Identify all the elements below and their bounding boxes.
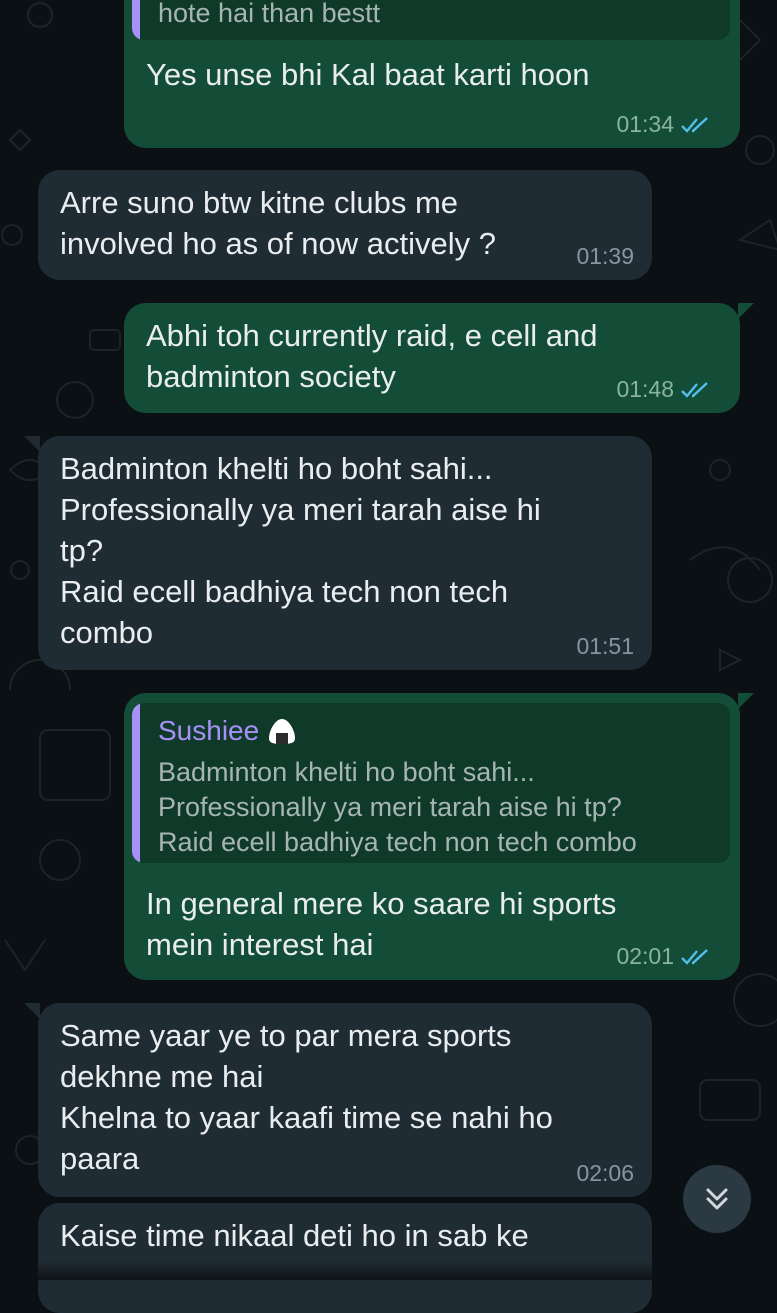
message-bubble-outgoing[interactable]: hote hai than bestt Yes unse bhi Kal baa… — [124, 0, 740, 148]
quoted-message[interactable]: Sushiee Badminton khelti ho boht sahi...… — [132, 703, 730, 863]
message-meta: 01:39 — [576, 243, 634, 270]
message-text: Badminton khelti ho boht sahi... Profess… — [60, 451, 541, 650]
double-check-icon — [681, 381, 708, 398]
message-text: In general mere ko saare hi sports mein … — [146, 886, 617, 962]
double-chevron-down-icon — [706, 1188, 728, 1210]
quoted-message[interactable]: hote hai than bestt — [132, 0, 730, 40]
message-time: 01:39 — [576, 243, 634, 269]
message-text: Same yaar ye to par mera sports dekhne m… — [60, 1018, 553, 1176]
quote-author: Sushiee — [158, 715, 297, 747]
quote-accent-bar — [132, 0, 140, 40]
scroll-to-bottom-button[interactable] — [683, 1165, 751, 1233]
message-bubble-incoming[interactable]: Same yaar ye to par mera sports dekhne m… — [24, 1003, 652, 1197]
double-check-icon — [681, 948, 708, 965]
message-text: Arre suno btw kitne clubs me involved ho… — [60, 185, 496, 261]
message-bubble-incoming[interactable]: Badminton khelti ho boht sahi... Profess… — [24, 436, 652, 670]
message-bubble-incoming[interactable]: Arre suno btw kitne clubs me involved ho… — [38, 170, 652, 280]
message-meta: 01:48 — [616, 376, 710, 403]
bubble-tail — [24, 436, 40, 452]
message-time: 02:06 — [576, 1160, 634, 1186]
message-meta: 01:51 — [576, 633, 634, 660]
message-meta: 02:01 — [616, 943, 710, 970]
quote-text: Badminton khelti ho boht sahi... Profess… — [158, 757, 637, 857]
message-time: 02:01 — [616, 943, 674, 969]
message-time: 01:48 — [616, 376, 674, 402]
message-text: Yes unse bhi Kal baat karti hoon — [146, 57, 590, 92]
message-text: Kaise time nikaal deti ho in sab ke — [60, 1218, 529, 1253]
double-check-icon — [681, 116, 708, 133]
message-time: 01:34 — [616, 111, 674, 137]
bubble-tail — [738, 303, 754, 319]
rice-ball-icon — [269, 719, 296, 744]
message-meta: 01:34 — [616, 111, 710, 138]
message-time: 01:51 — [576, 633, 634, 659]
message-bubble-outgoing[interactable]: Sushiee Badminton khelti ho boht sahi...… — [124, 693, 754, 980]
quote-text: hote hai than bestt — [158, 0, 381, 28]
message-text: Abhi toh currently raid, e cell and badm… — [146, 318, 598, 394]
quote-accent-bar — [132, 703, 140, 863]
bubble-tail — [738, 693, 754, 709]
message-meta: 02:06 — [576, 1160, 634, 1187]
message-bubble-outgoing[interactable]: Abhi toh currently raid, e cell and badm… — [124, 303, 754, 413]
bottom-fade — [0, 1260, 777, 1280]
quote-author-name: Sushiee — [158, 715, 260, 746]
message-bubble-incoming[interactable]: Kaise time nikaal deti ho in sab ke — [38, 1203, 652, 1313]
bubble-tail — [24, 1003, 40, 1019]
